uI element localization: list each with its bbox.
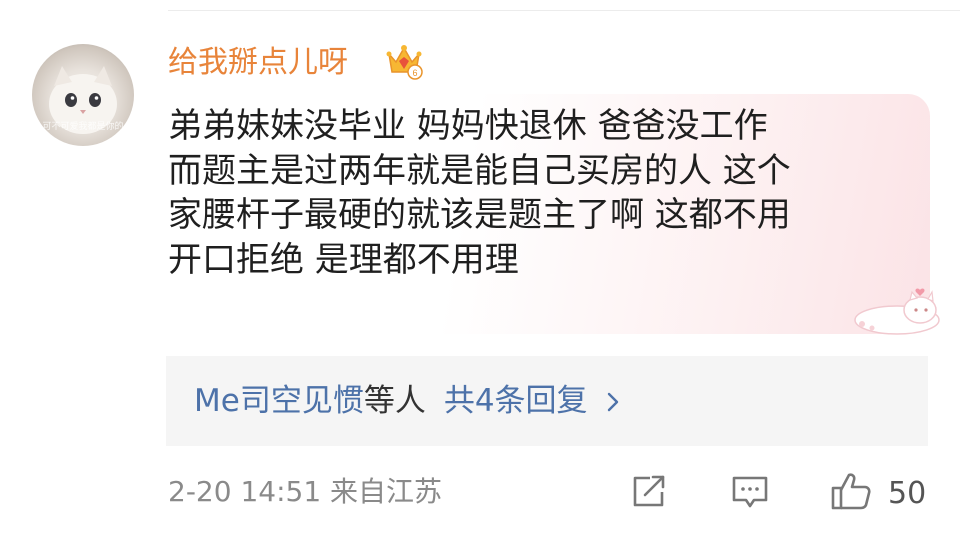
bubble-cat-sticker-icon xyxy=(854,288,940,335)
replies-summary[interactable]: Me司空见惯等人 共4条回复 xyxy=(194,380,620,424)
timestamp-location: 2-20 14:51 来自江苏 xyxy=(168,475,443,508)
vip-crown-badge-icon: 6 xyxy=(386,45,423,80)
reply-suffix: 等人 xyxy=(363,383,426,419)
content-line: 弟弟妹妹没毕业 妈妈快退休 爸爸没工作 xyxy=(168,106,768,146)
comment-icon[interactable] xyxy=(730,474,770,512)
content-line: 开口拒绝 是理都不用理 xyxy=(168,239,519,280)
svg-text:6: 6 xyxy=(412,68,417,78)
chevron-right-icon xyxy=(606,382,620,424)
like-thumbs-up-icon[interactable] xyxy=(830,470,872,512)
reply-count-link[interactable]: 共4条回复 xyxy=(444,383,588,419)
reply-users-link[interactable]: Me司空见惯 xyxy=(194,383,364,419)
avatar-caption: 可不可爱我都是你的 xyxy=(42,122,124,132)
content-line: 家腰杆子最硬的就该是题主了啊 这都不用 xyxy=(168,195,791,235)
content-line: 而题主是过两年就是能自己买房的人 这个 xyxy=(168,150,791,191)
top-divider xyxy=(168,10,960,11)
comment-content: 弟弟妹妹没毕业 妈妈快退休 爸爸没工作 而题主是过两年就是能自己买房的人 这个 … xyxy=(168,104,928,282)
like-count: 50 xyxy=(888,476,927,511)
share-icon[interactable] xyxy=(630,474,668,510)
replies-preview[interactable]: Me司空见惯等人 共4条回复 xyxy=(166,356,928,446)
username[interactable]: 给我掰点儿呀 xyxy=(168,44,348,82)
avatar[interactable]: 可不可爱我都是你的 xyxy=(32,44,134,146)
